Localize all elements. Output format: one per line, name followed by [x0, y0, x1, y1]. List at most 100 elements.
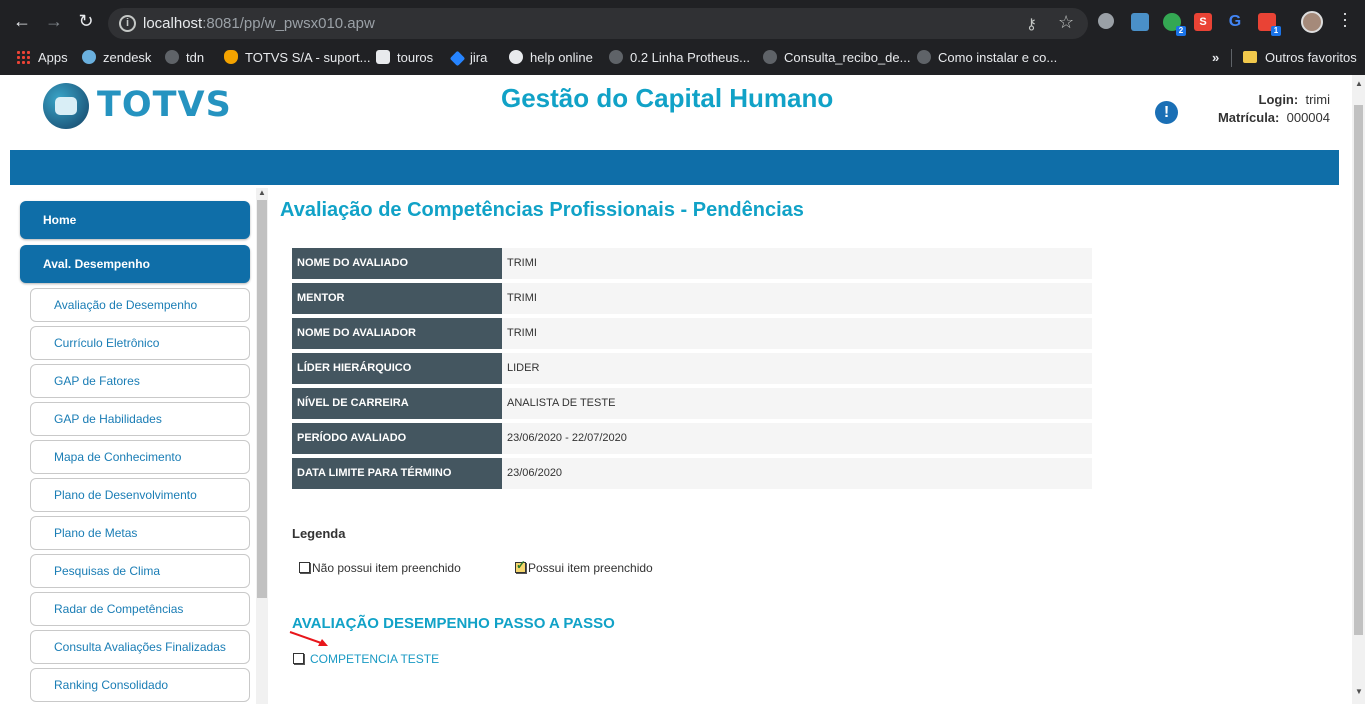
bookmark-consulta-recibo[interactable]: Consulta_recibo_de... [763, 49, 910, 67]
login-value: trimi [1305, 92, 1330, 107]
info-row: PERÍODO AVALIADO 23/06/2020 - 22/07/2020 [292, 423, 1092, 454]
bookmark-help-online[interactable]: help online [509, 49, 593, 67]
sidebar-item-mapa-conhecimento[interactable]: Mapa de Conhecimento [30, 440, 250, 474]
sidebar-scrollbar[interactable]: ▲ [256, 188, 268, 704]
info-value: TRIMI [502, 248, 1092, 279]
legend-filled: Possui item preenchido [515, 558, 653, 575]
apps-grid-icon [16, 50, 30, 64]
unchecked-box-icon [299, 562, 310, 573]
bookmark-zendesk[interactable]: zendesk [82, 49, 151, 67]
zendesk-icon [82, 50, 96, 64]
info-key: PERÍODO AVALIADO [292, 423, 502, 454]
extension-icon[interactable]: S [1194, 13, 1212, 31]
bookmark-label: Como instalar e co... [938, 50, 1058, 65]
extension-icon[interactable]: 1 [1258, 13, 1281, 36]
site-info-icon[interactable]: i [119, 15, 136, 32]
more-bookmarks-chevron[interactable]: » [1212, 49, 1219, 67]
bookmarks-bar: Apps zendesk tdn TOTVS S/A - suport... t… [0, 42, 1365, 75]
info-row: LÍDER HIERÁRQUICO LIDER [292, 353, 1092, 384]
sidebar-item-home[interactable]: Home [20, 201, 250, 239]
info-value: TRIMI [502, 318, 1092, 349]
info-key: DATA LIMITE PARA TÉRMINO [292, 458, 502, 489]
logo-text: TOTVS [97, 85, 232, 125]
bookmark-label: TOTVS S/A - suport... [245, 50, 371, 65]
back-icon[interactable]: ← [12, 11, 32, 31]
totvs-logo-icon [43, 83, 89, 129]
bookmark-tdn[interactable]: tdn [165, 49, 204, 67]
app-title: Gestão do Capital Humano [501, 83, 834, 113]
reload-icon[interactable]: ↻ [76, 11, 96, 31]
bookmark-totvs-suporte[interactable]: TOTVS S/A - suport... [224, 49, 370, 67]
sidebar-scroll-thumb[interactable] [257, 200, 267, 598]
profile-avatar[interactable] [1301, 11, 1323, 33]
extension-badge: 1 [1271, 26, 1281, 36]
info-row: NOME DO AVALIADO TRIMI [292, 248, 1092, 279]
page-content: TOTVS Gestão do Capital Humano ! Login: … [0, 75, 1352, 704]
page-scroll-thumb[interactable] [1354, 105, 1363, 635]
jira-icon [449, 50, 466, 67]
info-value: TRIMI [502, 283, 1092, 314]
url-text[interactable]: localhost:8081/pp/w_pwsx010.apw [143, 15, 375, 32]
red-arrow-annotation [289, 631, 328, 646]
extension-icon[interactable] [1098, 13, 1114, 29]
info-key: MENTOR [292, 283, 502, 314]
sidebar-item-gap-fatores[interactable]: GAP de Fatores [30, 364, 250, 398]
extension-icon[interactable] [1131, 13, 1149, 31]
checked-box-icon [515, 558, 526, 573]
sidebar-item-consulta-avaliacoes[interactable]: Consulta Avaliações Finalizadas [30, 630, 250, 664]
bookmark-como-instalar[interactable]: Como instalar e co... [917, 49, 1057, 67]
info-row: NOME DO AVALIADOR TRIMI [292, 318, 1092, 349]
browser-menu-icon[interactable]: · · · [1340, 4, 1350, 34]
bookmark-other-favorites[interactable]: Outros favoritos [1243, 49, 1357, 67]
info-row: MENTOR TRIMI [292, 283, 1092, 314]
page-scrollbar[interactable]: ▲ ▼ [1352, 75, 1365, 704]
legend-title: Legenda [292, 526, 346, 541]
legend-empty-label: Não possui item preenchido [312, 561, 461, 575]
flame-icon [224, 50, 238, 64]
competency-link-label[interactable]: COMPETENCIA TESTE [310, 652, 439, 666]
bookmark-touros[interactable]: touros [376, 49, 433, 67]
info-row: DATA LIMITE PARA TÉRMINO 23/06/2020 [292, 458, 1092, 489]
bookmark-divider [1231, 49, 1232, 67]
competency-link[interactable]: COMPETENCIA TESTE [293, 652, 439, 666]
globe-icon [165, 50, 179, 64]
section-title: AVALIAÇÃO DESEMPENHO PASSO A PASSO [292, 615, 615, 632]
legend-empty: Não possui item preenchido [299, 561, 461, 575]
info-value: LIDER [502, 353, 1092, 384]
extension-icon[interactable]: 2 [1163, 13, 1186, 36]
extension-badge: 2 [1176, 26, 1186, 36]
bookmark-apps[interactable]: Apps [16, 49, 68, 67]
sidebar: Home Aval. Desempenho Avaliação de Desem… [10, 188, 268, 704]
sidebar-item-plano-desenvolvimento[interactable]: Plano de Desenvolvimento [30, 478, 250, 512]
legend-filled-label: Possui item preenchido [528, 561, 653, 575]
info-key: LÍDER HIERÁRQUICO [292, 353, 502, 384]
globe-icon [917, 50, 931, 64]
bookmark-jira[interactable]: jira [449, 49, 488, 67]
google-icon[interactable]: G [1226, 13, 1244, 31]
sidebar-item-avaliacao-desempenho[interactable]: Avaliação de Desempenho [30, 288, 250, 322]
sidebar-item-plano-metas[interactable]: Plano de Metas [30, 516, 250, 550]
sidebar-item-curriculo[interactable]: Currículo Eletrônico [30, 326, 250, 360]
help-icon [509, 50, 523, 64]
bookmark-label: zendesk [103, 50, 152, 65]
globe-icon [763, 50, 777, 64]
info-row: NÍVEL DE CARREIRA ANALISTA DE TESTE [292, 388, 1092, 419]
bookmark-label: jira [470, 50, 488, 65]
bookmark-label: touros [397, 50, 434, 65]
bookmark-label: 0.2 Linha Protheus... [630, 50, 750, 65]
sidebar-item-pesquisas-clima[interactable]: Pesquisas de Clima [30, 554, 250, 588]
sidebar-item-aval-desempenho[interactable]: Aval. Desempenho [20, 245, 250, 283]
matricula-value: 000004 [1286, 110, 1330, 125]
address-bar[interactable]: i localhost:8081/pp/w_pwsx010.apw ⚷ ☆ [108, 8, 1088, 39]
alert-icon[interactable]: ! [1155, 101, 1178, 124]
sidebar-item-gap-habilidades[interactable]: GAP de Habilidades [30, 402, 250, 436]
bookmark-linha-protheus[interactable]: 0.2 Linha Protheus... [609, 49, 750, 67]
sidebar-item-radar-competencias[interactable]: Radar de Competências [30, 592, 250, 626]
unchecked-box-icon [293, 653, 304, 664]
star-icon[interactable]: ☆ [1058, 12, 1074, 33]
browser-toolbar: ← → ↻ i localhost:8081/pp/w_pwsx010.apw … [0, 0, 1365, 42]
forward-icon[interactable]: → [44, 11, 64, 31]
bookmark-label: Apps [38, 50, 68, 65]
key-icon[interactable]: ⚷ [1026, 15, 1037, 33]
sidebar-item-ranking-consolidado[interactable]: Ranking Consolidado [30, 668, 250, 702]
